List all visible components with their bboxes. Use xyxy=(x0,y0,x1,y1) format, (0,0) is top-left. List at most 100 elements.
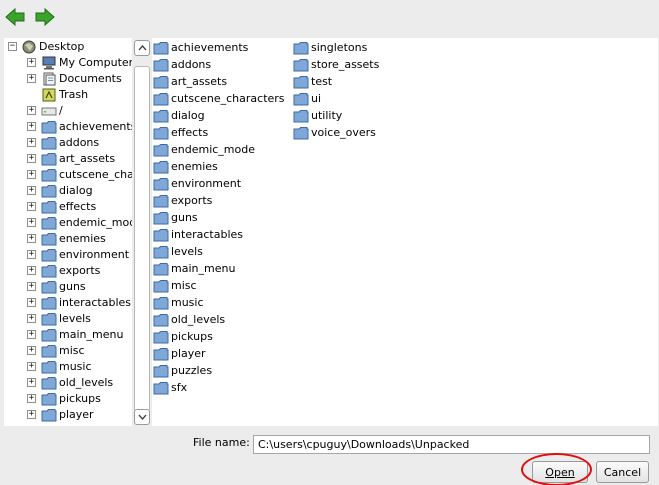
tree-item-music[interactable]: + music xyxy=(4,359,132,375)
expand-toggle[interactable]: + xyxy=(27,154,36,163)
tree-scrollbar[interactable] xyxy=(133,38,151,426)
tree-item-dialog[interactable]: + dialog xyxy=(4,183,132,199)
expand-toggle[interactable]: + xyxy=(27,346,36,355)
forward-button[interactable] xyxy=(34,6,56,28)
tree-item-enemies[interactable]: + enemies xyxy=(4,231,132,247)
expand-toggle[interactable]: + xyxy=(27,58,36,67)
file-item-achievements[interactable]: achievements xyxy=(153,39,248,56)
expand-toggle[interactable]: + xyxy=(27,298,36,307)
tree-item-old-levels[interactable]: + old_levels xyxy=(4,375,132,391)
tree-item-player[interactable]: + player xyxy=(4,407,132,423)
back-button[interactable] xyxy=(4,6,26,28)
file-list[interactable]: achievements addons art_assets cutscene_cha… xyxy=(152,38,658,426)
file-item-endemic-mode[interactable]: endemic_mode xyxy=(153,141,255,158)
file-item-cutscene-characters[interactable]: cutscene_characters xyxy=(153,90,285,107)
folder-icon xyxy=(153,313,169,326)
folder-icon xyxy=(41,121,57,134)
tree-item-art-assets[interactable]: + art_assets xyxy=(4,151,132,167)
file-item-dialog[interactable]: dialog xyxy=(153,107,205,124)
expand-toggle[interactable]: + xyxy=(27,266,36,275)
tree-item-cutscene-chara[interactable]: + cutscene_chara xyxy=(4,167,132,183)
file-item-exports[interactable]: exports xyxy=(153,192,212,209)
expand-toggle[interactable]: + xyxy=(27,314,36,323)
file-item-utility[interactable]: utility xyxy=(293,107,342,124)
file-item-label: main_menu xyxy=(171,261,236,275)
file-item-puzzles[interactable]: puzzles xyxy=(153,362,212,379)
expand-toggle[interactable]: + xyxy=(27,218,36,227)
folder-icon xyxy=(153,381,169,394)
tree-item-effects[interactable]: + effects xyxy=(4,199,132,215)
file-item-player[interactable]: player xyxy=(153,345,206,362)
expand-toggle[interactable]: + xyxy=(27,106,36,115)
file-item-enemies[interactable]: enemies xyxy=(153,158,218,175)
tree-item-levels[interactable]: + levels xyxy=(4,311,132,327)
back-arrow-icon xyxy=(5,8,25,26)
expand-toggle[interactable]: + xyxy=(27,234,36,243)
expand-toggle[interactable]: + xyxy=(27,74,36,83)
folder-icon xyxy=(153,177,169,190)
file-item-singletons[interactable]: singletons xyxy=(293,39,367,56)
folder-icon xyxy=(41,217,57,230)
tree-item-addons[interactable]: + addons xyxy=(4,135,132,151)
expand-toggle[interactable]: + xyxy=(27,138,36,147)
scroll-up-button[interactable] xyxy=(134,40,150,56)
tree-item-achievements[interactable]: + achievements xyxy=(4,119,132,135)
tree-item-exports[interactable]: + exports xyxy=(4,263,132,279)
file-item-main-menu[interactable]: main_menu xyxy=(153,260,235,277)
file-item-guns[interactable]: guns xyxy=(153,209,198,226)
tree-item-documents[interactable]: + Documents xyxy=(4,71,132,87)
tree-item-label: enemies xyxy=(59,232,106,245)
tree-item-endemic-mode[interactable]: + endemic_mode xyxy=(4,215,132,231)
filename-input[interactable] xyxy=(253,435,650,454)
tree-item-interactables[interactable]: + interactables xyxy=(4,295,132,311)
file-item-old-levels[interactable]: old_levels xyxy=(153,311,225,328)
file-item-test[interactable]: test xyxy=(293,73,332,90)
trash-icon xyxy=(42,88,56,102)
scroll-thumb[interactable] xyxy=(134,66,150,412)
expand-toggle[interactable]: + xyxy=(27,362,36,371)
expand-toggle[interactable]: + xyxy=(27,250,36,259)
expand-toggle[interactable]: + xyxy=(27,122,36,131)
expand-toggle[interactable]: + xyxy=(27,394,36,403)
file-item-environment[interactable]: environment xyxy=(153,175,241,192)
computer-icon xyxy=(42,56,56,70)
tree-item-main-menu[interactable]: + main_menu xyxy=(4,327,132,343)
tree-item-misc[interactable]: + misc xyxy=(4,343,132,359)
expand-toggle[interactable]: + xyxy=(27,378,36,387)
file-item-effects[interactable]: effects xyxy=(153,124,208,141)
tree-item-guns[interactable]: + guns xyxy=(4,279,132,295)
tree-item-my-computer[interactable]: + My Computer xyxy=(4,55,132,71)
tree-item-desktop[interactable]: − Desktop xyxy=(4,39,132,55)
folder-tree[interactable]: − Desktop + My Computer + Documents Trash + / +… xyxy=(4,38,132,426)
tree-item-pickups[interactable]: + pickups xyxy=(4,391,132,407)
expand-toggle[interactable]: + xyxy=(27,330,36,339)
file-item-levels[interactable]: levels xyxy=(153,243,203,260)
tree-item-trash[interactable]: Trash xyxy=(4,87,132,103)
expand-toggle[interactable]: + xyxy=(27,170,36,179)
expand-toggle[interactable]: + xyxy=(27,202,36,211)
file-item-voice-overs[interactable]: voice_overs xyxy=(293,124,376,141)
file-item-label: achievements xyxy=(171,40,249,54)
tree-item-environment[interactable]: + environment xyxy=(4,247,132,263)
file-item-ui[interactable]: ui xyxy=(293,90,321,107)
collapse-toggle[interactable]: − xyxy=(8,42,17,51)
file-item-misc[interactable]: misc xyxy=(153,277,197,294)
tree-item-label: endemic_mode xyxy=(59,216,132,229)
cancel-button[interactable]: Cancel xyxy=(596,461,649,483)
file-item-art-assets[interactable]: art_assets xyxy=(153,73,227,90)
folder-icon xyxy=(153,279,169,292)
file-item-sfx[interactable]: sfx xyxy=(153,379,187,396)
file-item-store-assets[interactable]: store_assets xyxy=(293,56,379,73)
expand-toggle[interactable]: + xyxy=(27,186,36,195)
expand-toggle[interactable]: + xyxy=(27,282,36,291)
expand-toggle[interactable]: + xyxy=(27,410,36,419)
file-item-label: misc xyxy=(171,278,197,292)
open-button[interactable]: Open xyxy=(532,461,588,483)
tree-item-[interactable]: + / xyxy=(4,103,132,119)
folder-icon xyxy=(153,194,169,207)
scroll-down-button[interactable] xyxy=(134,409,150,425)
file-item-interactables[interactable]: interactables xyxy=(153,226,243,243)
file-item-pickups[interactable]: pickups xyxy=(153,328,213,345)
file-item-addons[interactable]: addons xyxy=(153,56,211,73)
file-item-music[interactable]: music xyxy=(153,294,204,311)
